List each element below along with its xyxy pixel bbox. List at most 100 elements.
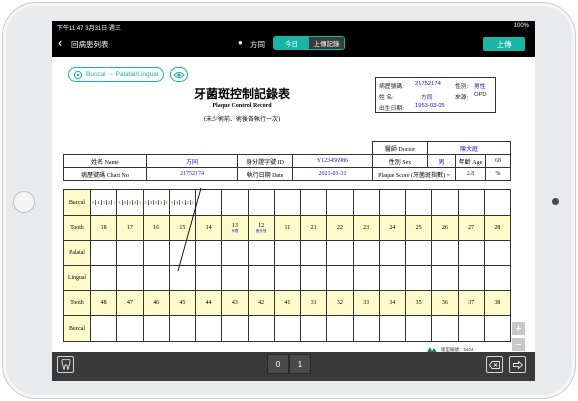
lingual-row-cell[interactable] (326, 265, 354, 291)
buccal-top-row-cell[interactable] (404, 189, 433, 216)
lingual-row-cell[interactable] (168, 265, 197, 291)
lingual-row-cell[interactable] (457, 265, 485, 291)
buccal-bottom-row-cell[interactable] (457, 315, 485, 342)
lingual-row-cell[interactable] (89, 265, 118, 291)
buccal-top-row-cell[interactable] (431, 189, 459, 216)
buccal-bottom-row-cell[interactable] (431, 315, 459, 342)
back-to-patient-list-button[interactable]: 回病患列表 (71, 39, 109, 50)
tooth-number-cell[interactable]: 42 (247, 290, 275, 316)
buccal-bottom-row-cell[interactable] (221, 315, 249, 342)
buccal-top-row-cell[interactable] (273, 189, 302, 216)
tooth-number-cell[interactable]: 38 (483, 290, 512, 316)
buccal-bottom-row-cell[interactable] (168, 315, 197, 342)
palatal-row-cell[interactable] (352, 240, 380, 266)
buccal-bottom-row-cell[interactable] (142, 315, 170, 342)
buccal-top-row-cell[interactable] (352, 189, 380, 216)
tooth-number-cell[interactable]: 15 (168, 215, 197, 241)
name-cell[interactable]: 方同 (146, 154, 238, 168)
surface-mark[interactable]: 1 (138, 200, 142, 205)
id-cell[interactable]: Y123456986 (292, 154, 373, 168)
tooth-number-cell[interactable]: 48 (89, 290, 118, 316)
tooth-number-cell[interactable]: 32 (326, 290, 354, 316)
tooth-number-cell[interactable]: 25 (404, 215, 433, 241)
buccal-top-row-cell[interactable] (247, 189, 275, 216)
buccal-top-row-cell[interactable] (221, 189, 249, 216)
surface-toggle-button[interactable]: Buccal → Palatal/Lingual (68, 67, 164, 82)
buccal-bottom-row-cell[interactable] (273, 315, 302, 342)
tooth-number-cell[interactable]: 18 (89, 215, 118, 241)
buccal-bottom-row-cell[interactable] (483, 315, 512, 342)
lingual-row-cell[interactable] (404, 265, 433, 291)
home-button[interactable] (13, 191, 35, 213)
buccal-bottom-row-cell[interactable] (378, 315, 407, 342)
tooth-number-cell[interactable]: 17 (116, 215, 144, 241)
buccal-top-row-cell[interactable]: 54321 (168, 189, 197, 216)
buccal-top-row-cell[interactable]: 54321 (89, 189, 118, 216)
lingual-row-cell[interactable] (221, 265, 249, 291)
buccal-bottom-row-cell[interactable] (352, 315, 380, 342)
lingual-row-cell[interactable] (116, 265, 144, 291)
zoom-out-button[interactable]: − (512, 338, 525, 351)
buccal-bottom-row-cell[interactable] (247, 315, 275, 342)
doctor-value[interactable]: 陳大庭 (426, 141, 512, 155)
lingual-row-cell[interactable] (142, 265, 170, 291)
palatal-row-cell[interactable] (326, 240, 354, 266)
tooth-number-cell[interactable]: 14 (194, 215, 223, 241)
surface-mark[interactable]: 1 (191, 200, 195, 205)
tooth-number-cell[interactable]: 21 (299, 215, 328, 241)
tooth-number-cell[interactable]: 24 (378, 215, 407, 241)
palatal-row-cell[interactable] (273, 240, 302, 266)
lingual-row-cell[interactable] (483, 265, 512, 291)
lingual-row-cell[interactable] (352, 265, 380, 291)
tab-today[interactable]: 今日 (274, 37, 309, 49)
tooth-number-cell[interactable]: 47 (116, 290, 144, 316)
buccal-bottom-row-cell[interactable] (299, 315, 328, 342)
palatal-row-cell[interactable] (116, 240, 144, 266)
tooth-number-cell[interactable]: 45 (168, 290, 197, 316)
palatal-row-cell[interactable] (247, 240, 275, 266)
tooth-number-cell[interactable]: 12 假牙冠 (247, 215, 275, 241)
tooth-number-cell[interactable]: 34 (378, 290, 407, 316)
lingual-row-cell[interactable] (273, 265, 302, 291)
buccal-top-row-cell[interactable] (326, 189, 354, 216)
tooth-number-cell[interactable]: 26 (431, 215, 459, 241)
palatal-row-cell[interactable] (89, 240, 118, 266)
palatal-row-cell[interactable] (168, 240, 197, 266)
buccal-bottom-row-cell[interactable] (194, 315, 223, 342)
buccal-bottom-row-cell[interactable] (326, 315, 354, 342)
tooth-number-cell[interactable]: 44 (194, 290, 223, 316)
delete-button[interactable] (486, 356, 503, 373)
lingual-row-cell[interactable] (194, 265, 223, 291)
palatal-row-cell[interactable] (299, 240, 328, 266)
tooth-number-cell[interactable]: 22 (326, 215, 354, 241)
tab-upload-history[interactable]: 上傳記錄 (309, 37, 344, 49)
buccal-bottom-row-cell[interactable] (89, 315, 118, 342)
tooth-number-cell[interactable]: 16 (142, 215, 170, 241)
lingual-row-cell[interactable] (378, 265, 407, 291)
tooth-number-cell[interactable]: 35 (404, 290, 433, 316)
palatal-row-cell[interactable] (142, 240, 170, 266)
buccal-bottom-row-cell[interactable] (404, 315, 433, 342)
zoom-in-button[interactable]: + (512, 322, 525, 335)
lingual-row-cell[interactable] (247, 265, 275, 291)
surface-mark[interactable]: 1 (112, 200, 116, 205)
palatal-row-cell[interactable] (483, 240, 512, 266)
tooth-number-cell[interactable]: 41 (273, 290, 302, 316)
buccal-top-row-cell[interactable] (194, 189, 223, 216)
palatal-row-cell[interactable] (221, 240, 249, 266)
tooth-number-cell[interactable]: 11 (273, 215, 302, 241)
buccal-top-row-cell[interactable] (378, 189, 407, 216)
page-button-1[interactable]: 1 (289, 354, 311, 374)
lingual-row-cell[interactable] (431, 265, 459, 291)
preview-button[interactable] (170, 67, 188, 82)
next-button[interactable] (509, 356, 526, 373)
palatal-row-cell[interactable] (378, 240, 407, 266)
tooth-number-cell[interactable]: 23 (352, 215, 380, 241)
surface-mark[interactable]: 1 (165, 200, 169, 205)
buccal-top-row-cell[interactable]: 54321 (116, 189, 144, 216)
palatal-row-cell[interactable] (457, 240, 485, 266)
chevron-left-icon[interactable]: ‹ (58, 36, 62, 49)
tooth-number-cell[interactable]: 27 (457, 215, 485, 241)
upload-button[interactable]: 上傳 (483, 37, 525, 51)
palatal-row-cell[interactable] (194, 240, 223, 266)
